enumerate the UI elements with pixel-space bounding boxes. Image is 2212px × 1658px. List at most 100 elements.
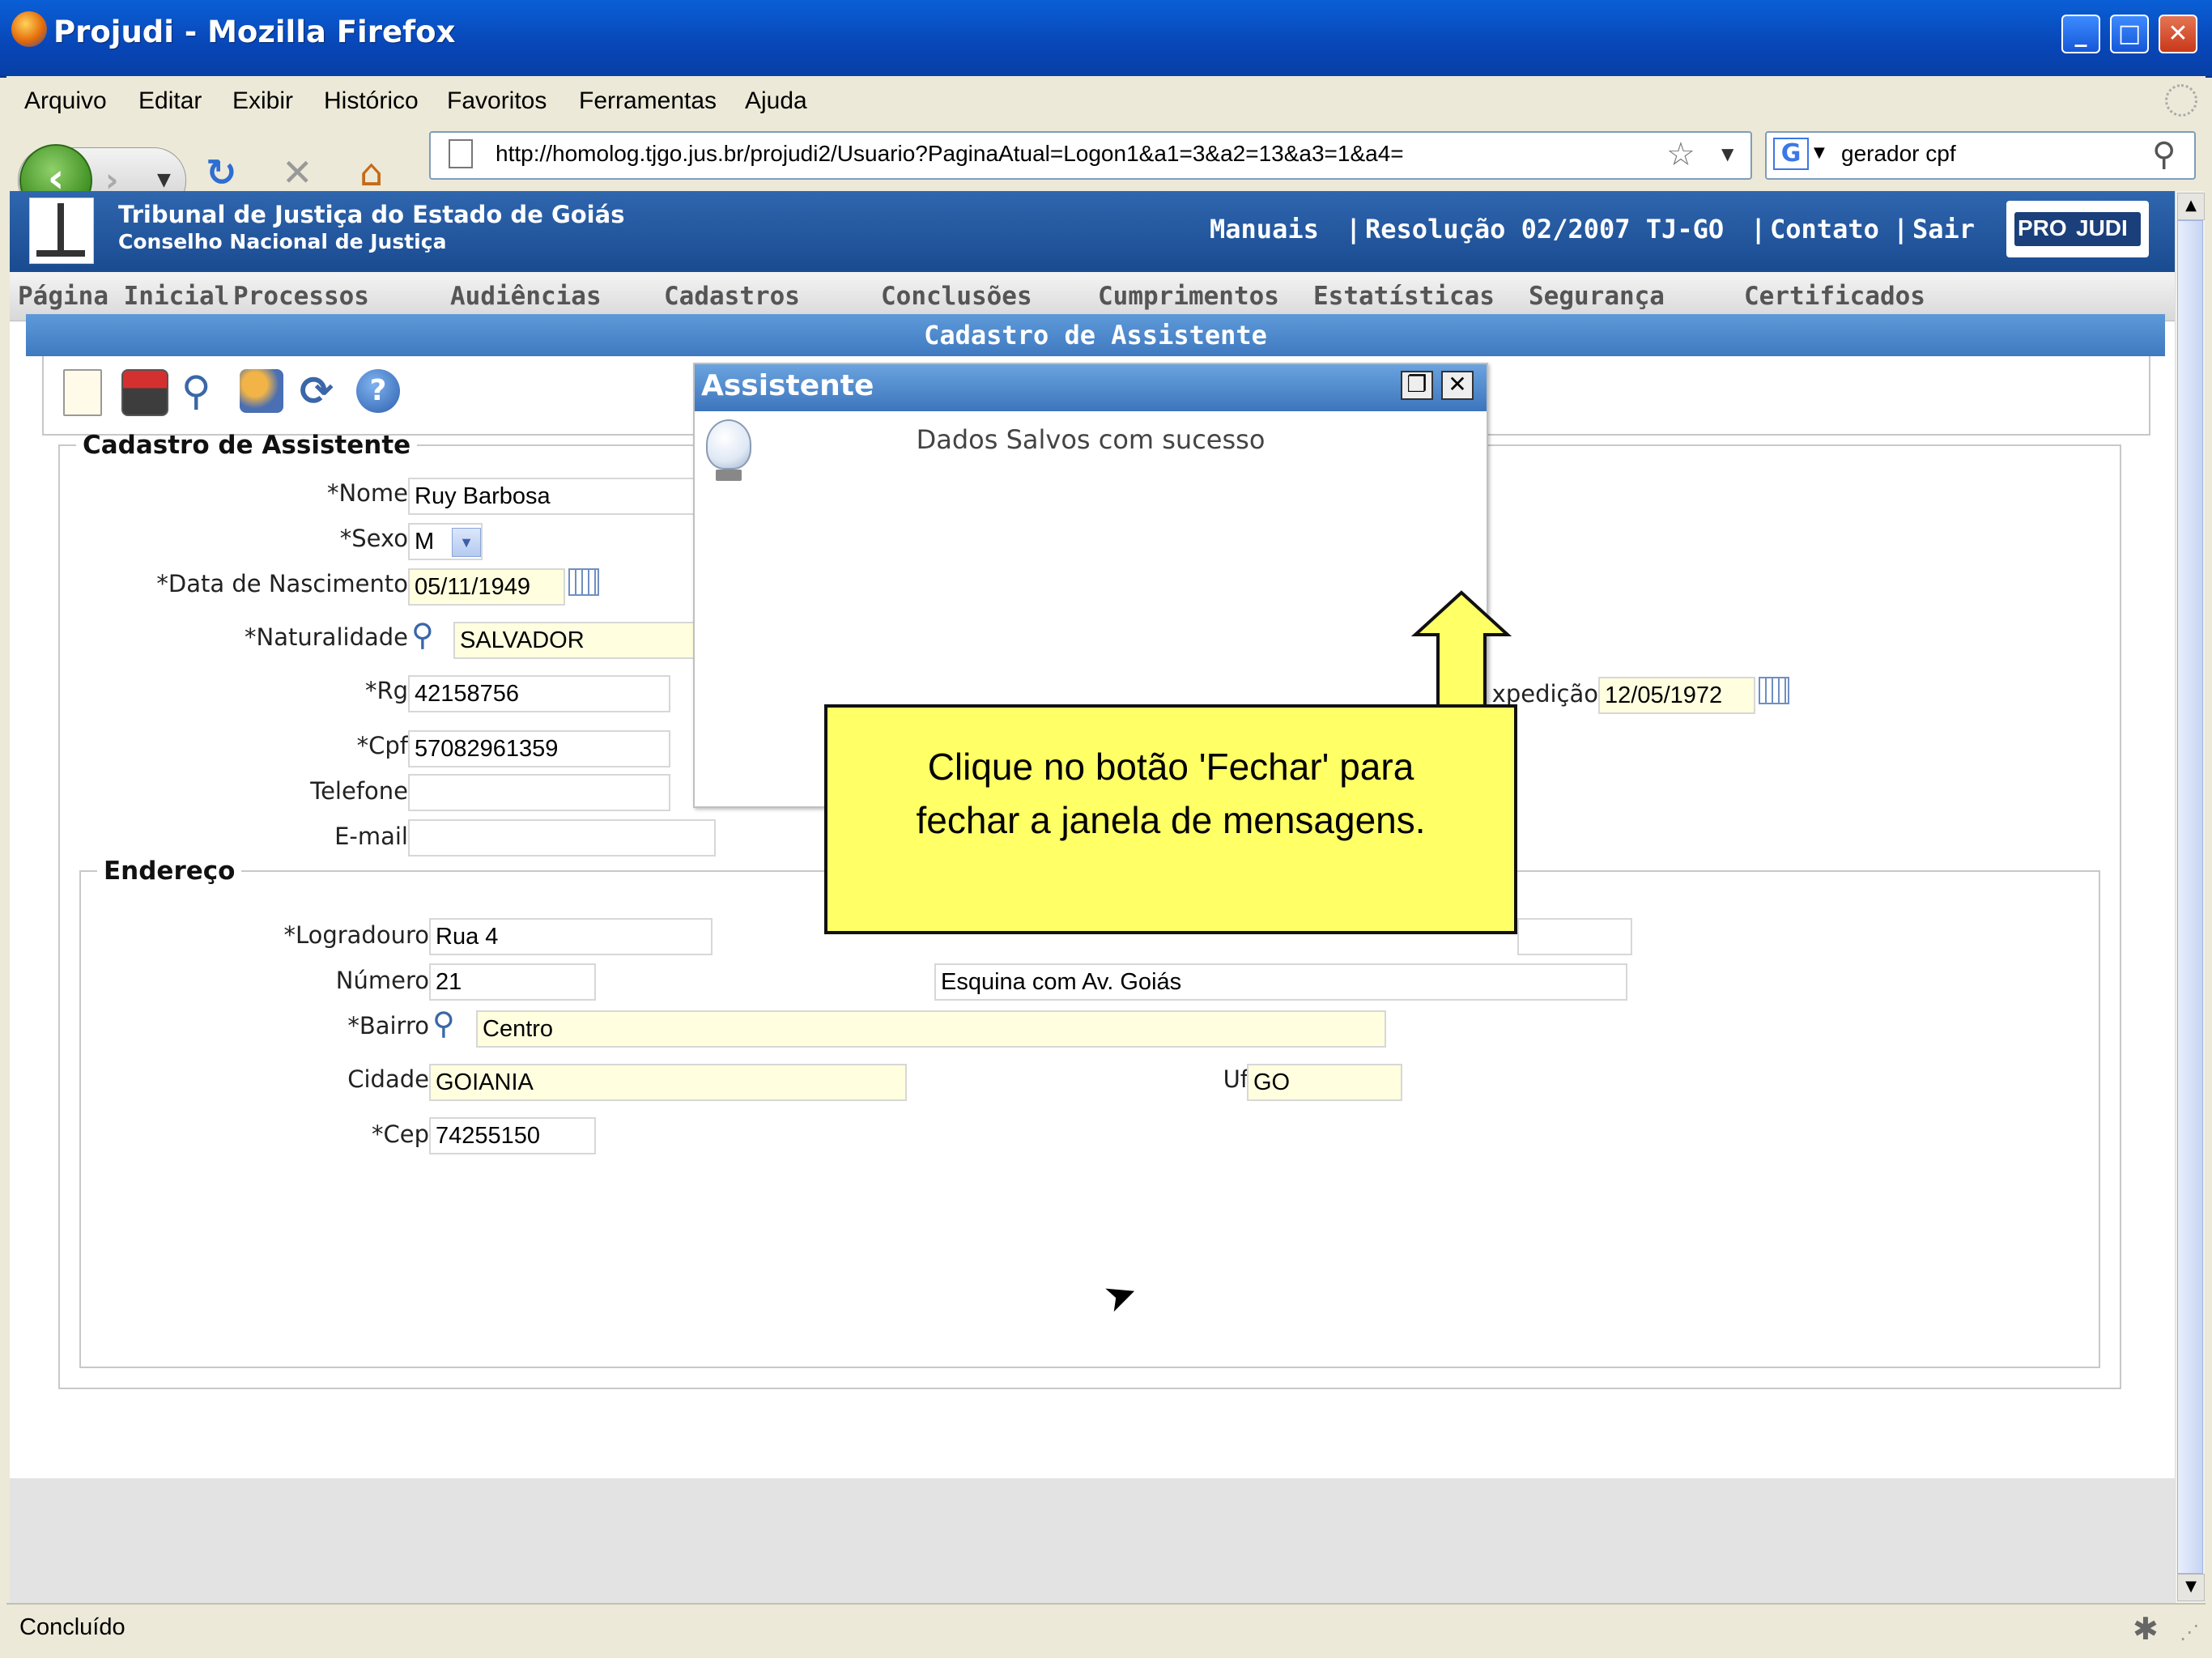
nome-label: *Nome <box>326 479 408 507</box>
help-icon[interactable]: ? <box>356 369 400 413</box>
nav-certificados[interactable]: Certificados <box>1744 282 1925 311</box>
resize-grip-icon[interactable]: ⋰ <box>2180 1621 2199 1643</box>
menu-favoritos[interactable]: Favoritos <box>447 87 547 115</box>
link-contato[interactable]: Contato <box>1770 214 1879 244</box>
scroll-up-icon[interactable]: ▲ <box>2177 193 2205 220</box>
url-dropdown-icon[interactable]: ▼ <box>1721 144 1733 164</box>
sexo-select[interactable]: M ▼ <box>408 523 483 560</box>
new-icon[interactable] <box>63 369 102 416</box>
menu-exibir[interactable]: Exibir <box>232 87 293 115</box>
menu-historico[interactable]: Histórico <box>324 87 419 115</box>
calendar-icon[interactable] <box>1759 677 1789 704</box>
link-resolucao[interactable]: Resolução 02/2007 TJ-GO <box>1365 214 1724 244</box>
logradouro-label: *Logradouro <box>283 921 429 949</box>
engine-dropdown-icon[interactable]: ▼ <box>1814 144 1825 161</box>
nav-audiencias[interactable]: Audiências <box>450 282 602 311</box>
bairro-input[interactable]: Centro <box>476 1010 1386 1048</box>
uf-input[interactable]: GO <box>1247 1064 1402 1101</box>
expedicao-input[interactable]: 12/05/1972 <box>1598 677 1755 714</box>
vertical-scrollbar[interactable]: ▲ ▼ <box>2175 191 2205 1603</box>
complemento-input[interactable]: Esquina com Av. Goiás <box>934 963 1627 1001</box>
divider: | <box>1750 214 1767 244</box>
menu-editar[interactable]: Editar <box>138 87 202 115</box>
rg-label: *Rg <box>364 677 408 704</box>
search-icon[interactable]: ⚲ <box>181 369 225 413</box>
firefox-logo-icon <box>11 11 47 47</box>
google-engine-icon[interactable]: G <box>1773 138 1809 170</box>
naturalidade-input[interactable]: SALVADOR <box>453 622 713 659</box>
logradouro-input[interactable]: Rua 4 <box>429 918 713 955</box>
users-icon[interactable] <box>240 369 283 413</box>
callout-line-2: fechar a janela de mensagens. <box>916 799 1426 841</box>
telefone-label: Telefone <box>310 777 408 805</box>
dialog-message: Dados Salvos com sucesso <box>916 424 1266 455</box>
email-input[interactable] <box>408 819 716 857</box>
cpf-label: *Cpf <box>356 732 408 759</box>
page-footer <box>10 1478 2175 1603</box>
nav-processos[interactable]: Processos <box>233 282 369 311</box>
callout-arrow-icon <box>1410 590 1512 711</box>
cidade-input[interactable]: GOIANIA <box>429 1064 907 1101</box>
cep-input[interactable]: 74255150 <box>429 1117 596 1154</box>
reload-icon[interactable]: ↻ <box>206 154 237 191</box>
numero-input[interactable]: 21 <box>429 963 596 1001</box>
nav-conclusoes[interactable]: Conclusões <box>881 282 1032 311</box>
endereco-legend: Endereço <box>104 857 236 886</box>
nav-estatisticas[interactable]: Estatísticas <box>1313 282 1495 311</box>
dialog-title-bar[interactable]: Assistente ❐ ✕ <box>695 364 1487 411</box>
addon-bug-icon[interactable]: ✱ <box>2133 1611 2159 1647</box>
telefone-input[interactable] <box>408 774 670 811</box>
callout-line-1: Clique no botão 'Fechar' para <box>927 746 1414 788</box>
minimize-button[interactable]: _ <box>2061 15 2100 53</box>
window-title-bar[interactable]: Projudi - Mozilla Firefox _ □ ✕ <box>0 0 2212 78</box>
chevron-down-icon[interactable]: ▼ <box>452 528 481 557</box>
status-bar: Concluído ✱ ⋰ <box>6 1603 2206 1653</box>
history-dropdown-icon[interactable]: ▼ <box>157 170 171 190</box>
home-icon[interactable]: ⌂ <box>359 154 383 191</box>
restore-button[interactable]: ❐ <box>1401 371 1433 400</box>
email-label: E-mail <box>334 823 408 850</box>
menu-arquivo[interactable]: Arquivo <box>24 87 107 115</box>
address-bar[interactable]: http://homolog.tjgo.jus.br/projudi2/Usua… <box>429 131 1752 180</box>
naturalidade-search-icon[interactable]: ⚲ <box>411 619 444 651</box>
stop-icon[interactable]: ✕ <box>282 154 313 191</box>
help-callout: Clique no botão 'Fechar' para fechar a j… <box>824 704 1517 934</box>
rg-input[interactable]: 42158756 <box>408 675 670 712</box>
sexo-label: *Sexo <box>339 525 408 552</box>
uf-label: Uf <box>1223 1065 1249 1093</box>
nav-cumprimentos[interactable]: Cumprimentos <box>1098 282 1279 311</box>
url-text[interactable]: http://homolog.tjgo.jus.br/projudi2/Usua… <box>496 141 1404 167</box>
divider: | <box>1893 214 1909 244</box>
numero-label: Número <box>335 967 429 994</box>
fechar-button[interactable]: ✕ <box>1441 371 1474 400</box>
nav-cadastros[interactable]: Cadastros <box>664 282 800 311</box>
naturalidade-label: *Naturalidade <box>245 623 408 651</box>
calendar-icon[interactable] <box>568 568 599 596</box>
search-bar[interactable]: G ▼ gerador cpf ⚲ <box>1765 131 2196 180</box>
menu-bar: Arquivo Editar Exibir Histórico Favorito… <box>6 76 2206 130</box>
save-icon[interactable] <box>121 369 168 416</box>
menu-ferramentas[interactable]: Ferramentas <box>579 87 717 115</box>
cadastro-legend: Cadastro de Assistente <box>83 431 411 460</box>
nav-seguranca[interactable]: Segurança <box>1529 282 1665 311</box>
bookmark-star-icon[interactable]: ☆ <box>1666 136 1695 173</box>
search-input[interactable]: gerador cpf <box>1841 141 1956 167</box>
tribunal-logo <box>29 198 94 264</box>
bairro-search-icon[interactable]: ⚲ <box>432 1007 465 1039</box>
projudi-logo: PRO JUDI <box>2006 201 2149 257</box>
close-window-button[interactable]: ✕ <box>2159 15 2197 53</box>
link-sair[interactable]: Sair <box>1912 214 1975 244</box>
page-icon <box>449 139 473 168</box>
scroll-down-icon[interactable]: ▼ <box>2177 1574 2205 1601</box>
scroll-thumb[interactable] <box>2177 220 2203 1574</box>
link-manuais[interactable]: Manuais <box>1210 214 1319 244</box>
status-text: Concluído <box>19 1614 125 1640</box>
refresh-icon[interactable]: ⟳ <box>300 369 343 413</box>
cpf-input[interactable]: 57082961359 <box>408 730 670 767</box>
nav-pagina-inicial[interactable]: Página Inicial <box>18 282 229 311</box>
menu-ajuda[interactable]: Ajuda <box>745 87 807 115</box>
maximize-button[interactable]: □ <box>2110 15 2149 53</box>
search-magnifier-icon[interactable]: ⚲ <box>2152 136 2176 173</box>
logradouro-right-field[interactable] <box>1517 918 1632 955</box>
nascimento-input[interactable]: 05/11/1949 <box>408 568 565 606</box>
